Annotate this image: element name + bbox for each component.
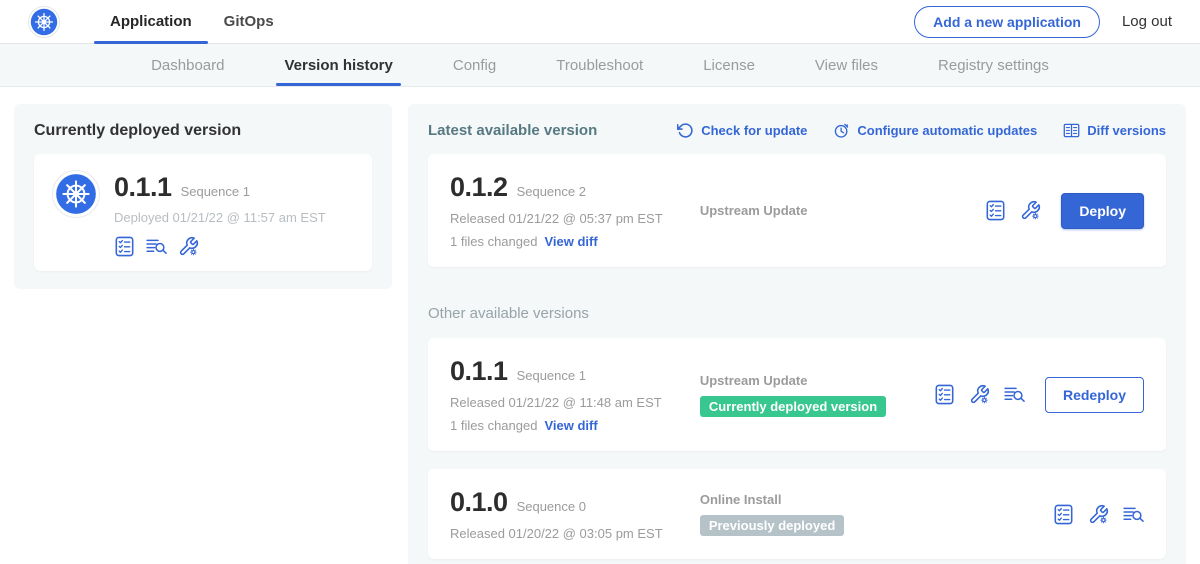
diff-versions-link[interactable]: Diff versions	[1063, 122, 1166, 139]
refresh-icon	[677, 122, 694, 139]
preflight-checks-icon[interactable]	[934, 384, 955, 405]
tab-gitops-label: GitOps	[224, 13, 274, 30]
version-card-0-1-2: 0.1.2 Sequence 2 Released 01/21/22 @ 05:…	[428, 154, 1166, 267]
released-timestamp: Released 01/21/22 @ 05:37 pm EST	[450, 211, 700, 226]
subnav-registry-settings[interactable]: Registry settings	[930, 44, 1057, 86]
subnav-view-files[interactable]: View files	[807, 44, 886, 86]
other-versions-title: Other available versions	[428, 305, 1166, 322]
files-changed-label: 1 files changed	[450, 418, 537, 433]
version-card-0-1-0: 0.1.0 Sequence 0 Released 01/20/22 @ 03:…	[428, 469, 1166, 559]
subnav-config[interactable]: Config	[445, 44, 504, 86]
app-subnav: Dashboard Version history Config Trouble…	[0, 44, 1200, 87]
tab-application-label: Application	[110, 13, 192, 30]
preflight-checks-icon[interactable]	[1053, 504, 1074, 525]
redeploy-button[interactable]: Redeploy	[1045, 377, 1144, 413]
version-history-panel: Latest available version Check for updat…	[408, 104, 1186, 564]
released-timestamp: Released 01/21/22 @ 11:48 am EST	[450, 395, 700, 410]
kubernetes-app-icon	[52, 170, 100, 218]
check-for-update-link[interactable]: Check for update	[677, 122, 807, 139]
version-number: 0.1.2	[450, 172, 508, 203]
deployed-timestamp: Deployed 01/21/22 @ 11:57 am EST	[114, 210, 326, 225]
sequence-label: Sequence 2	[517, 184, 586, 199]
sequence-label: Sequence 0	[517, 499, 586, 514]
deploy-button[interactable]: Deploy	[1061, 193, 1144, 229]
version-source-label: Upstream Update	[700, 373, 934, 388]
previously-deployed-badge: Previously deployed	[700, 515, 844, 536]
subnav-version-history[interactable]: Version history	[276, 44, 400, 86]
deploy-logs-icon[interactable]	[1123, 504, 1144, 525]
deploy-logs-icon[interactable]	[1004, 384, 1025, 405]
subnav-dashboard[interactable]: Dashboard	[143, 44, 232, 86]
version-card-0-1-1: 0.1.1 Sequence 1 Released 01/21/22 @ 11:…	[428, 338, 1166, 451]
files-changed-label: 1 files changed	[450, 234, 537, 249]
subnav-troubleshoot[interactable]: Troubleshoot	[548, 44, 651, 86]
currently-deployed-badge: Currently deployed version	[700, 396, 886, 417]
deployed-sequence-label: Sequence 1	[181, 184, 250, 199]
kubernetes-logo-icon	[28, 6, 60, 38]
add-application-button[interactable]: Add a new application	[914, 6, 1100, 38]
config-icon[interactable]	[1088, 504, 1109, 525]
sequence-label: Sequence 1	[517, 368, 586, 383]
diff-icon	[1063, 122, 1080, 139]
config-icon[interactable]	[178, 236, 199, 257]
latest-version-title: Latest available version	[428, 122, 597, 139]
tab-application[interactable]: Application	[94, 0, 208, 43]
top-navbar: Application GitOps Add a new application…	[0, 0, 1200, 44]
version-number: 0.1.1	[450, 356, 508, 387]
deploy-logs-icon[interactable]	[146, 236, 167, 257]
deployed-version-card: 0.1.1 Sequence 1 Deployed 01/21/22 @ 11:…	[34, 154, 372, 271]
config-icon[interactable]	[969, 384, 990, 405]
version-number: 0.1.0	[450, 487, 508, 518]
configure-automatic-updates-link[interactable]: Configure automatic updates	[833, 122, 1037, 139]
tab-gitops[interactable]: GitOps	[208, 0, 290, 43]
view-diff-link[interactable]: View diff	[544, 418, 597, 433]
logout-link[interactable]: Log out	[1122, 13, 1172, 30]
deployed-panel-title: Currently deployed version	[34, 122, 372, 140]
view-diff-link[interactable]: View diff	[544, 234, 597, 249]
app-brand	[28, 0, 60, 43]
version-source-label: Online Install	[700, 492, 1053, 507]
released-timestamp: Released 01/20/22 @ 03:05 pm EST	[450, 526, 700, 541]
currently-deployed-panel: Currently deployed version 0.1.1 Sequenc…	[14, 104, 392, 289]
preflight-checks-icon[interactable]	[114, 236, 135, 257]
deployed-version-number: 0.1.1	[114, 172, 172, 203]
config-icon[interactable]	[1020, 200, 1041, 221]
preflight-checks-icon[interactable]	[985, 200, 1006, 221]
subnav-license[interactable]: License	[695, 44, 763, 86]
version-source-label: Upstream Update	[700, 203, 985, 218]
auto-update-icon	[833, 122, 850, 139]
